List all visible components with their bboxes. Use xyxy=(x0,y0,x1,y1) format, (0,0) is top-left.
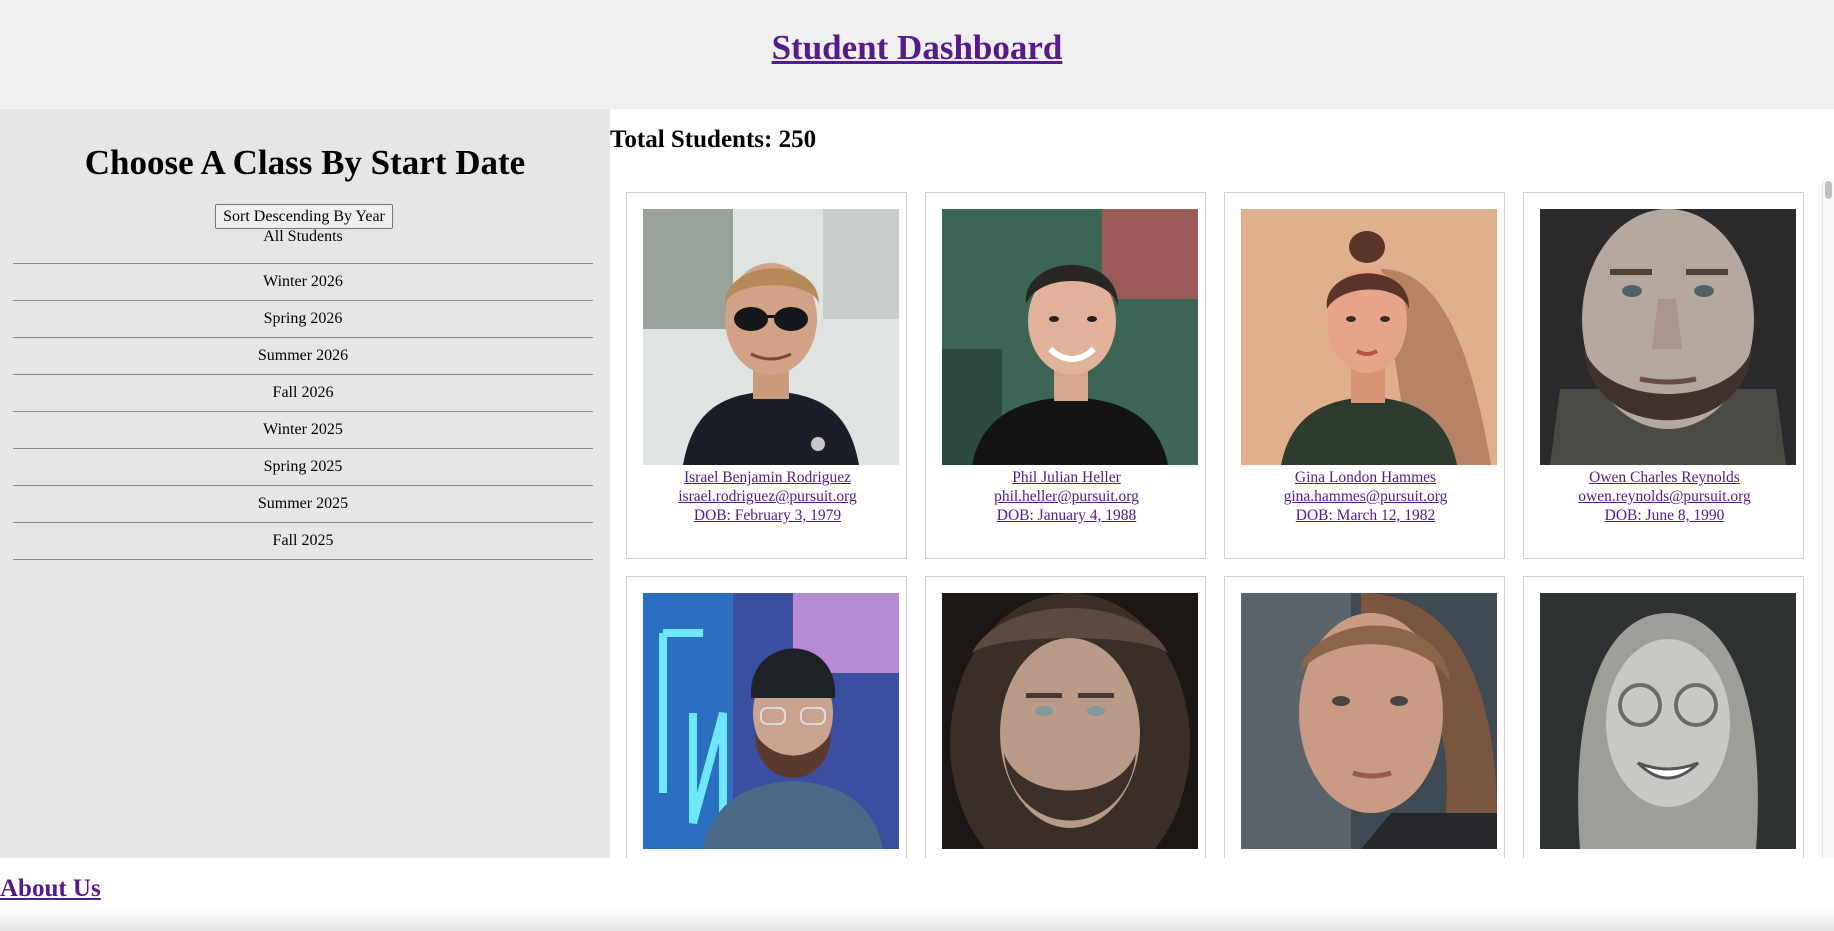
total-students: Total Students: 250 xyxy=(610,126,817,153)
student-card[interactable]: Israel Benjamin Rodriguez israel.rodrigu… xyxy=(626,192,907,559)
footer: About Us xyxy=(0,858,1834,931)
scrollbar-thumb[interactable] xyxy=(1825,181,1832,199)
student-name-link[interactable]: Owen Charles Reynolds xyxy=(1524,468,1805,487)
class-item-summer-2025[interactable]: Summer 2025 xyxy=(13,486,593,523)
student-card[interactable] xyxy=(1523,576,1804,858)
student-email-link[interactable]: phil.heller@pursuit.org xyxy=(926,487,1207,506)
student-card[interactable] xyxy=(1224,576,1505,858)
class-item-summer-2026[interactable]: Summer 2026 xyxy=(13,338,593,375)
class-item-spring-2025[interactable]: Spring 2025 xyxy=(13,449,593,486)
student-card[interactable] xyxy=(925,576,1206,858)
class-item-label: All Students xyxy=(263,228,343,245)
sidebar: Choose A Class By Start Date Sort Descen… xyxy=(0,109,610,858)
class-item-label: Fall 2026 xyxy=(272,384,334,401)
portrait-sunglasses-icon xyxy=(643,209,899,465)
student-card[interactable]: Phil Julian Heller phil.heller@pursuit.o… xyxy=(925,192,1206,559)
about-us-link[interactable]: About Us xyxy=(0,875,101,902)
student-info: Gina London Hammes gina.hammes@pursuit.o… xyxy=(1225,468,1506,525)
portrait-bearded-man-icon xyxy=(1540,209,1796,465)
header: Student Dashboard xyxy=(0,0,1834,109)
student-email-link[interactable]: owen.reynolds@pursuit.org xyxy=(1524,487,1805,506)
student-dob-link[interactable]: DOB: March 12, 1982 xyxy=(1225,506,1506,525)
student-info: Phil Julian Heller phil.heller@pursuit.o… xyxy=(926,468,1207,525)
class-item-label: Spring 2026 xyxy=(263,310,343,327)
student-name-link[interactable]: Israel Benjamin Rodriguez xyxy=(627,468,908,487)
scrollbar[interactable] xyxy=(1822,179,1834,858)
student-name-link[interactable]: Gina London Hammes xyxy=(1225,468,1506,487)
student-dob-link[interactable]: DOB: February 3, 1979 xyxy=(627,506,908,525)
class-item-label: Winter 2026 xyxy=(263,273,343,290)
class-item-spring-2026[interactable]: Spring 2026 xyxy=(13,301,593,338)
student-info: Israel Benjamin Rodriguez israel.rodrigu… xyxy=(627,468,908,525)
dashboard-title-link[interactable]: Student Dashboard xyxy=(772,28,1063,67)
sort-descending-button[interactable]: Sort Descending By Year xyxy=(215,204,393,229)
student-name-link[interactable]: Phil Julian Heller xyxy=(926,468,1207,487)
class-item-winter-2026[interactable]: Winter 2026 xyxy=(13,264,593,301)
student-email-link[interactable]: gina.hammes@pursuit.org xyxy=(1225,487,1506,506)
class-item-label: Spring 2025 xyxy=(263,458,343,475)
portrait-hooded-man-icon xyxy=(942,593,1198,849)
portrait-smiling-man-icon xyxy=(942,209,1198,465)
student-info: Owen Charles Reynolds owen.reynolds@purs… xyxy=(1524,468,1805,525)
student-card[interactable]: Owen Charles Reynolds owen.reynolds@purs… xyxy=(1523,192,1804,559)
portrait-woman-glasses-icon xyxy=(1540,593,1796,849)
portrait-beanie-neon-icon xyxy=(643,593,899,849)
student-dob-link[interactable]: DOB: January 4, 1988 xyxy=(926,506,1207,525)
class-item-fall-2025[interactable]: Fall 2025 xyxy=(13,523,593,560)
student-card[interactable] xyxy=(626,576,907,858)
portrait-freckled-woman-icon xyxy=(1241,593,1497,849)
class-item-fall-2026[interactable]: Fall 2026 xyxy=(13,375,593,412)
class-item-label: Winter 2025 xyxy=(263,421,343,438)
class-item-label: Fall 2025 xyxy=(272,532,334,549)
class-item-all-students[interactable]: All Students xyxy=(13,227,593,264)
student-email-link[interactable]: israel.rodriguez@pursuit.org xyxy=(627,487,908,506)
student-grid-area: Total Students: 250 Israel Benjamin Rodr… xyxy=(610,109,1834,858)
class-item-label: Summer 2026 xyxy=(257,347,349,364)
student-dob-link[interactable]: DOB: June 8, 1990 xyxy=(1524,506,1805,525)
about-us: About Us xyxy=(0,875,101,903)
class-item-label: Summer 2025 xyxy=(257,495,349,512)
portrait-woman-bun-icon xyxy=(1241,209,1497,465)
student-card[interactable]: Gina London Hammes gina.hammes@pursuit.o… xyxy=(1224,192,1505,559)
class-list: All Students Winter 2026 Spring 2026 Sum… xyxy=(13,227,593,560)
class-item-winter-2025[interactable]: Winter 2025 xyxy=(13,412,593,449)
sidebar-title: Choose A Class By Start Date xyxy=(84,143,526,182)
page-title: Student Dashboard xyxy=(0,28,1834,68)
